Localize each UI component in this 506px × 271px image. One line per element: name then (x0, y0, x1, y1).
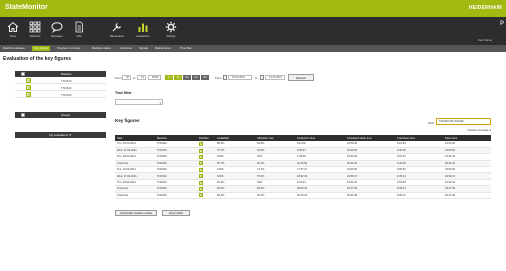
date-filter: From 00 to 23 59:59 1d 1w 2w 1m 3m From … (115, 74, 395, 81)
filtration-checkbox[interactable] (199, 174, 203, 179)
app-header: StateMonitor HEIDENHAIN (0, 0, 506, 17)
tab-signals[interactable]: Signals (137, 46, 150, 51)
find-label: Find: (428, 121, 435, 125)
from-date-input[interactable]: 10.02.2021 (228, 75, 252, 80)
app-title: StateMonitor (5, 4, 48, 11)
table-cell: 99:31:99 (345, 192, 395, 200)
messages-bubble-icon (46, 21, 68, 34)
filtration-checkbox[interactable] (199, 148, 203, 153)
select-all-checkbox[interactable] (21, 72, 25, 76)
from-hour-select[interactable]: 00 (122, 75, 131, 80)
machine-checkbox[interactable] (26, 92, 31, 97)
nav-evaluations[interactable]: Evaluations (132, 21, 154, 38)
filtration-cell (197, 192, 215, 200)
nav-home[interactable]: Home (2, 21, 24, 38)
brand-logo: HEIDENHAIN (468, 5, 502, 11)
my-evaluations-button[interactable]: My evaluations ▼ (15, 132, 106, 138)
nav-jobs[interactable]: Jobs (68, 21, 90, 38)
range-3m-button[interactable]: 3m (201, 75, 209, 80)
nav-messages[interactable]: Messages (46, 21, 68, 38)
main-navigation: Home Machines Messages Jobs Maintenance … (0, 17, 506, 45)
filtration-checkbox[interactable] (199, 161, 203, 166)
filtration-checkbox[interactable] (199, 167, 203, 172)
bar-chart-icon (132, 21, 154, 33)
calendar-icon[interactable] (260, 75, 264, 80)
table-cell: 84.4% (215, 192, 255, 200)
machine-checkbox[interactable] (26, 85, 31, 90)
filtration-checkbox[interactable] (199, 193, 203, 198)
table-cell: 60:33:23 (295, 192, 345, 200)
tab-bar: Machine statuses Key figures Program run… (0, 45, 506, 52)
groups-select-all-checkbox[interactable] (21, 113, 25, 117)
table-cell: 96:17:29 (443, 192, 491, 200)
entries-count: Number of entries: 9 (467, 129, 492, 132)
filtration-checkbox[interactable] (199, 186, 203, 191)
wrench-icon (106, 21, 128, 33)
tab-key-figures[interactable]: Key figures (32, 46, 50, 51)
groups-header: Groups (15, 112, 106, 118)
key-figures-table: Date Machine Filtration Availability Utiliza… (115, 135, 491, 200)
visualize-table-button[interactable]: Graphically visualize a table (115, 210, 157, 216)
machine-checkbox[interactable] (26, 78, 31, 83)
tab-machine-states[interactable]: Machine states (90, 46, 113, 51)
filtration-checkbox[interactable] (199, 154, 203, 159)
nav-machines[interactable]: Machines (24, 21, 46, 38)
nav-overflow[interactable]: P (500, 21, 504, 27)
tab-time-filter[interactable]: Time filter (178, 46, 194, 51)
chevron-down-icon: ▾ (159, 101, 161, 105)
range-1m-button[interactable]: 1m (192, 75, 200, 80)
range-1w-button[interactable]: 1w (174, 75, 182, 80)
table-cell: TNC640 (155, 192, 197, 200)
table-cell: 45.2% (255, 192, 295, 200)
time-range-field[interactable]: 59:59 (148, 75, 161, 80)
machine-row[interactable]: TNC620 (15, 84, 106, 91)
table-cell: Total time (115, 192, 155, 200)
table-row[interactable]: Total timeTNC640 84.4%45.2%60:33:2399:31:… (115, 192, 491, 200)
range-1d-button[interactable]: 1d (165, 75, 173, 80)
export-table-button[interactable]: Export table (162, 210, 190, 216)
document-icon (68, 21, 90, 33)
tab-program-run-times[interactable]: Program run times (55, 46, 82, 51)
to-hour-select[interactable]: 23 (137, 75, 146, 80)
machine-row[interactable]: TNC530 (15, 91, 106, 98)
tab-machine-statuses[interactable]: Machine statuses (1, 46, 27, 51)
time-filter-select[interactable]: ▾ (115, 99, 163, 105)
key-figures-title: Key figures (115, 118, 140, 123)
machine-row[interactable]: TNC640 (15, 77, 106, 84)
find-input[interactable]: TNC640 OR TNC620 (436, 118, 491, 125)
to-date-input[interactable]: 16.02.2021 (265, 75, 285, 80)
tab-job-times[interactable]: Job times (118, 46, 134, 51)
calendar-icon[interactable] (223, 75, 227, 80)
user-name[interactable]: User Name (478, 38, 492, 42)
machine-list: Machine TNC640 TNC620 TNC530 (15, 71, 106, 98)
nav-maintenance[interactable]: Maintenance (106, 21, 128, 38)
range-2w-button[interactable]: 2w (183, 75, 191, 80)
filtration-checkbox[interactable] (199, 180, 203, 185)
page-title: Evaluation of the key figures (3, 56, 72, 62)
nav-settings[interactable]: Settings (160, 21, 182, 38)
refresh-button[interactable]: Refresh (288, 74, 314, 81)
table-cell: 6:06:12 (395, 192, 443, 200)
tab-maintenance[interactable]: Maintenance (153, 46, 173, 51)
filtration-checkbox[interactable] (199, 141, 203, 146)
home-icon (2, 21, 24, 33)
gear-icon (160, 21, 182, 33)
machines-grid-icon (24, 21, 46, 33)
time-filter-title: Time filter (115, 91, 132, 95)
